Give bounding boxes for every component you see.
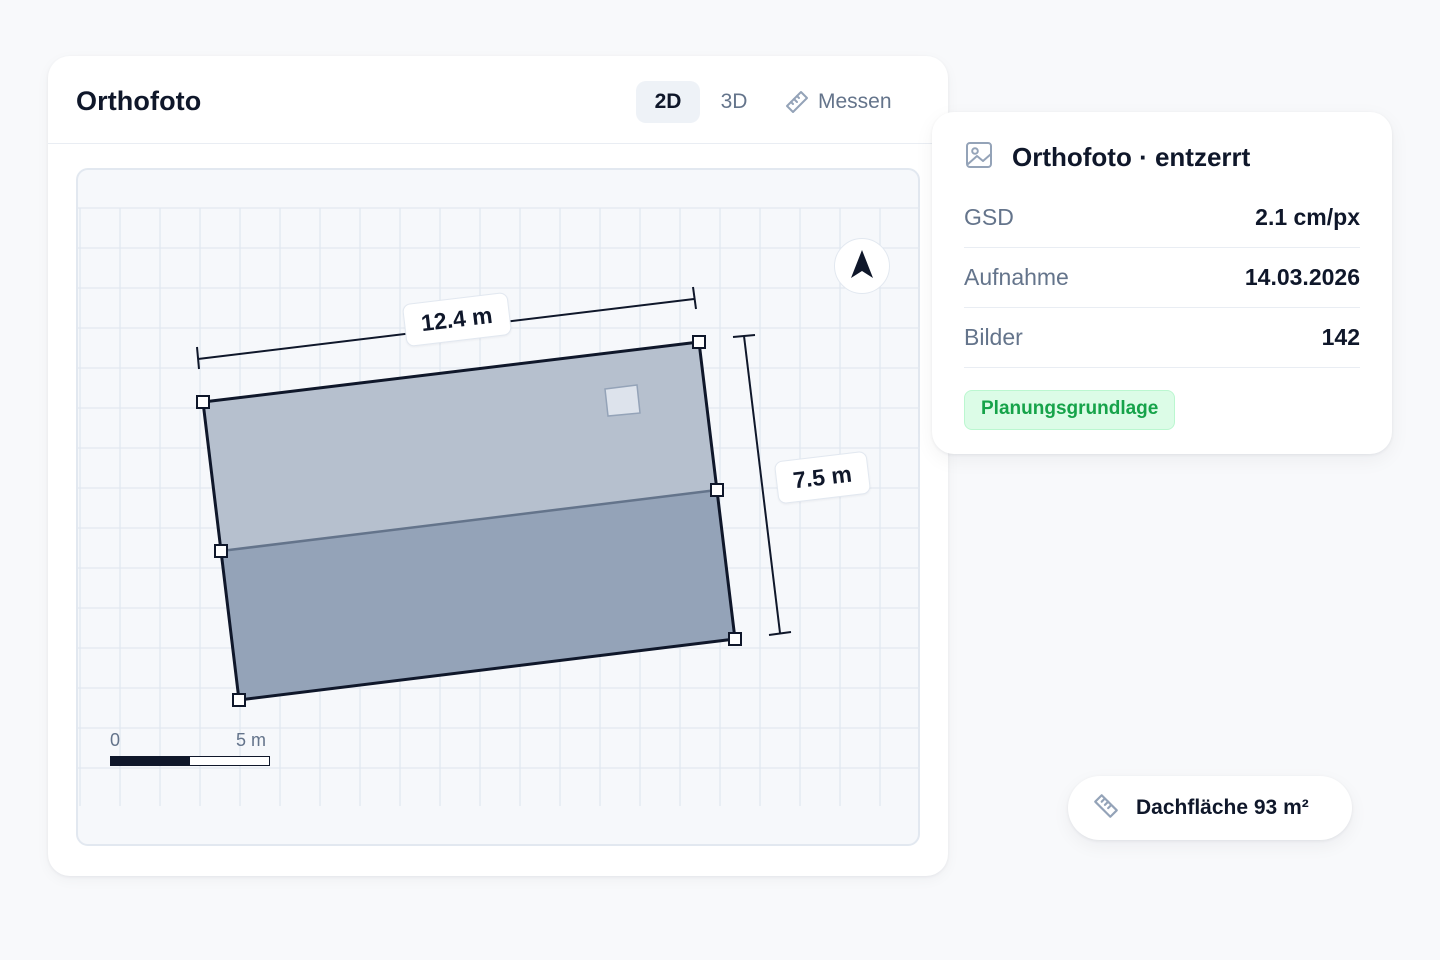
corner-handle [232, 693, 246, 707]
panel-header: Orthofoto 2D 3D Messen [48, 56, 948, 144]
corner-handle [710, 483, 724, 497]
info-row-gsd: GSD 2.1 cm/px [964, 188, 1360, 248]
corner-handle [214, 544, 228, 558]
corner-handle [196, 395, 210, 409]
north-button[interactable] [834, 238, 890, 294]
info-row-key: Aufnahme [964, 264, 1069, 290]
measure-button[interactable]: Messen [784, 81, 892, 123]
scale-start-label: 0 [110, 730, 121, 750]
ruler-icon [784, 89, 810, 115]
scale-end-label: 5 m [236, 730, 267, 750]
orthofoto-panel: Orthofoto 2D 3D Messen 12.4 m 7.5 m 0 5 … [48, 56, 948, 876]
info-card-header: Orthofoto · entzerrt [964, 140, 1250, 175]
info-row-bilder: Bilder 142 [964, 308, 1360, 368]
north-arrow-icon [849, 248, 875, 285]
info-row-value: 142 [1321, 324, 1360, 350]
roof-area-pill[interactable]: Dachfläche 93 m² [1068, 776, 1352, 840]
ruler-icon [1092, 792, 1120, 825]
info-row-key: Bilder [964, 324, 1023, 350]
map-canvas[interactable]: 12.4 m 7.5 m 0 5 m [76, 168, 920, 846]
measure-label: Messen [818, 90, 892, 113]
panel-title: Orthofoto [76, 86, 202, 116]
roof-area-label: Dachfläche 93 m² [1136, 796, 1309, 819]
info-row-value: 2.1 cm/px [1255, 204, 1360, 230]
info-row-value: 14.03.2026 [1244, 264, 1360, 290]
info-row-aufnahme: Aufnahme 14.03.2026 [964, 248, 1360, 308]
scale-bar: 0 5 m [110, 730, 280, 770]
info-row-key: GSD [964, 204, 1014, 230]
scale-fill [111, 757, 190, 765]
roof-window [604, 384, 641, 417]
corner-handle [728, 632, 742, 646]
view-2d-button[interactable]: 2D [636, 81, 700, 123]
info-card-title: Orthofoto · entzerrt [1012, 142, 1251, 172]
orthofoto-info-card: Orthofoto · entzerrt GSD 2.1 cm/px Aufna… [932, 112, 1392, 454]
view-3d-button[interactable]: 3D [704, 81, 764, 123]
status-badge: Planungsgrundlage [964, 390, 1176, 430]
scale-track [110, 756, 270, 766]
corner-handle [692, 335, 706, 349]
image-icon [964, 140, 994, 175]
